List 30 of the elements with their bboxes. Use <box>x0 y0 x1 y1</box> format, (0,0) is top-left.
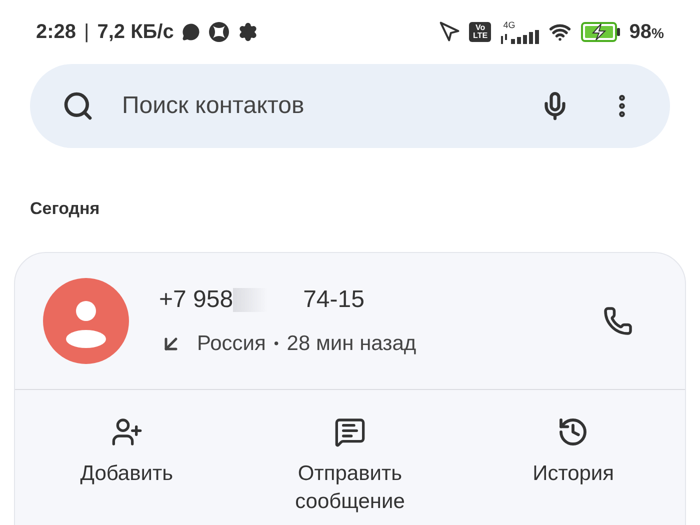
wifi-icon <box>547 21 574 43</box>
phone-number-end: 74-15 <box>303 284 364 315</box>
dot-separator: • <box>274 334 279 353</box>
message-icon <box>334 416 366 448</box>
add-person-icon <box>110 416 143 448</box>
phone-number-start: +7 958 <box>159 284 234 315</box>
settings-icon <box>238 22 258 42</box>
chat-icon <box>182 23 200 41</box>
search-placeholder: Поиск контактов <box>122 91 306 121</box>
network-type: 4G <box>503 20 516 30</box>
app-icon <box>208 21 230 43</box>
battery-percent: 98% <box>629 20 664 45</box>
avatar-icon <box>43 278 129 364</box>
status-time: 2:28 <box>36 20 76 45</box>
action-button[interactable]: История <box>462 416 685 516</box>
phone-icon <box>603 306 633 336</box>
action-button[interactable]: Добавить <box>15 416 238 516</box>
call-time: 28 мин назад <box>286 330 416 357</box>
section-title: Сегодня <box>30 198 101 220</box>
volte-badge: Vo LTE <box>469 22 492 42</box>
action-button[interactable]: Отправить сообщение <box>238 416 462 516</box>
search-bar[interactable]: Поиск контактов <box>30 64 670 148</box>
network-speed: 7,2 КБ/с <box>97 20 174 45</box>
status-separator: | <box>84 20 90 45</box>
search-icon <box>62 90 94 122</box>
history-icon <box>557 416 590 448</box>
battery-charging-icon <box>581 22 622 42</box>
location-icon <box>439 21 462 43</box>
signal-icon <box>499 30 540 44</box>
country-label: Россия <box>197 330 266 357</box>
